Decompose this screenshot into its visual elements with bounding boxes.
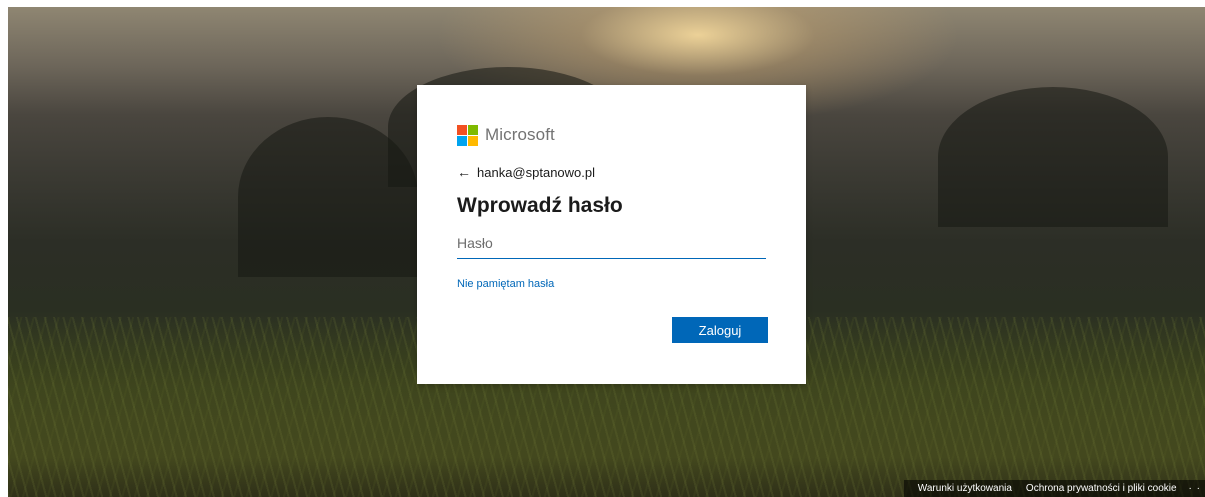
background-mountain (938, 87, 1168, 227)
microsoft-logo-icon (457, 124, 478, 146)
more-options-icon[interactable]: · · (1189, 483, 1201, 494)
background-mountain (238, 117, 418, 277)
password-input[interactable] (457, 228, 766, 259)
login-page: Microsoft ← hanka@sptanowo.pl Wprowadź h… (0, 0, 1205, 497)
page-title: Wprowadź hasło (457, 194, 623, 217)
sign-in-button[interactable]: Zaloguj (672, 317, 768, 343)
arrow-left-icon[interactable]: ← (457, 164, 471, 180)
account-email: hanka@sptanowo.pl (477, 164, 595, 180)
privacy-cookies-link[interactable]: Ochrona prywatności i pliki cookie (1026, 483, 1177, 494)
microsoft-logo: Microsoft (457, 124, 766, 146)
account-identity: ← hanka@sptanowo.pl (457, 162, 766, 182)
terms-of-use-link[interactable]: Warunki użytkowania (918, 483, 1012, 494)
forgot-password-link[interactable]: Nie pamiętam hasła (457, 278, 554, 290)
logo-text: Microsoft (485, 125, 555, 144)
sign-in-card: Microsoft ← hanka@sptanowo.pl Wprowadź h… (417, 85, 806, 384)
footer: Warunki użytkowania Ochrona prywatności … (903, 480, 1205, 497)
form-actions: Zaloguj (672, 317, 768, 343)
